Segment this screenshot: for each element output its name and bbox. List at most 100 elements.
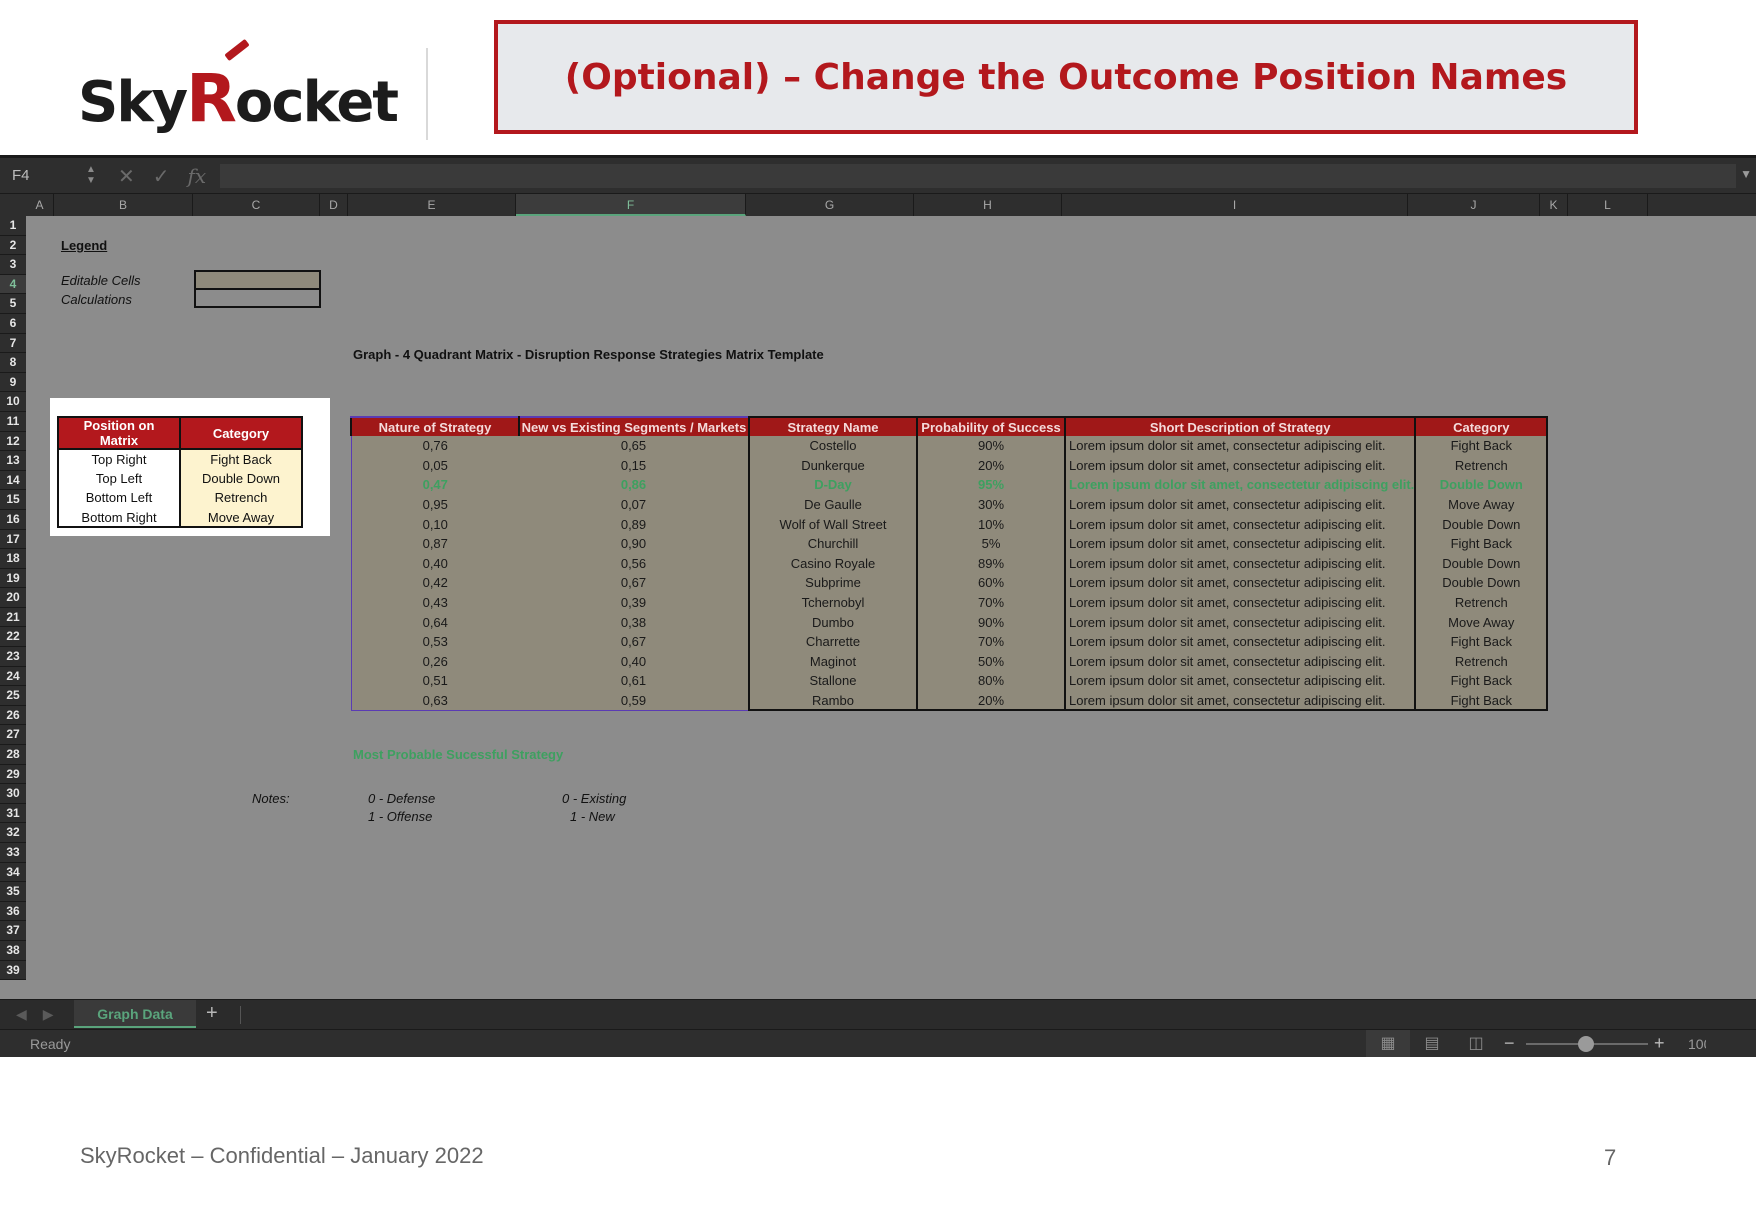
column-header-j[interactable]: J <box>1408 194 1540 216</box>
strategy-name-cell[interactable]: De Gaulle <box>748 494 917 515</box>
probability-cell[interactable]: 70% <box>916 592 1065 613</box>
row-header-33[interactable]: 33 <box>0 843 26 863</box>
row-header-6[interactable]: 6 <box>0 313 26 334</box>
segment-cell[interactable]: 0,56 <box>519 553 750 574</box>
category-cell[interactable]: Retrench <box>179 488 303 508</box>
row-header-16[interactable]: 16 <box>0 509 26 530</box>
strategy-name-cell[interactable]: Tchernobyl <box>748 592 917 613</box>
nature-cell[interactable]: 0,95 <box>350 494 519 515</box>
row-header-4[interactable]: 4 <box>0 274 26 295</box>
column-header-f[interactable]: F <box>516 194 746 216</box>
row-header-20[interactable]: 20 <box>0 588 26 608</box>
probability-cell[interactable]: 30% <box>916 494 1065 515</box>
row-header-37[interactable]: 37 <box>0 921 26 941</box>
column-header-l[interactable]: L <box>1568 194 1648 216</box>
strategy-name-cell[interactable]: Costello <box>748 436 917 456</box>
nature-cell[interactable]: 0,76 <box>350 436 519 456</box>
column-header-i[interactable]: I <box>1062 194 1408 216</box>
row-header-28[interactable]: 28 <box>0 745 26 765</box>
category-cell[interactable]: Double Down <box>1414 475 1549 495</box>
probability-cell[interactable]: 95% <box>916 475 1065 495</box>
row-header-31[interactable]: 31 <box>0 803 26 824</box>
normal-view-icon[interactable]: ▦ <box>1366 1030 1410 1057</box>
category-cell[interactable]: Fight Back <box>1414 631 1549 652</box>
page-break-view-icon[interactable]: ◫ <box>1454 1030 1498 1057</box>
column-header-d[interactable]: D <box>320 194 348 216</box>
category-cell[interactable]: Fight Back <box>1414 436 1549 456</box>
segment-cell[interactable]: 0,89 <box>519 514 750 534</box>
category-cell[interactable]: Double Down <box>179 468 303 489</box>
nature-cell[interactable]: 0,51 <box>350 671 519 691</box>
category-cell[interactable]: Fight Back <box>1414 533 1549 554</box>
segment-cell[interactable]: 0,15 <box>519 455 750 476</box>
row-header-22[interactable]: 22 <box>0 627 26 648</box>
segment-cell[interactable]: 0,40 <box>519 651 750 672</box>
description-cell[interactable]: Lorem ipsum dolor sit amet, consectetur … <box>1063 553 1416 574</box>
cancel-icon[interactable]: ✕ <box>118 164 135 189</box>
category-cell[interactable]: Fight Back <box>1414 690 1549 712</box>
row-header-23[interactable]: 23 <box>0 647 26 667</box>
probability-cell[interactable]: 80% <box>916 671 1065 691</box>
description-cell[interactable]: Lorem ipsum dolor sit amet, consectetur … <box>1063 651 1416 672</box>
row-header-25[interactable]: 25 <box>0 686 26 706</box>
row-header-27[interactable]: 27 <box>0 725 26 746</box>
nature-cell[interactable]: 0,40 <box>350 553 519 574</box>
nature-cell[interactable]: 0,05 <box>350 455 519 476</box>
description-cell[interactable]: Lorem ipsum dolor sit amet, consectetur … <box>1063 514 1416 534</box>
name-box-stepper-icon[interactable]: ▲ ▼ <box>86 164 96 186</box>
strategy-name-cell[interactable]: Dunkerque <box>748 455 917 476</box>
strategy-name-cell[interactable]: Maginot <box>748 651 917 672</box>
row-header-5[interactable]: 5 <box>0 294 26 314</box>
segment-cell[interactable]: 0,59 <box>519 690 750 711</box>
strategy-name-cell[interactable]: Charrette <box>748 631 917 652</box>
tab-next-icon[interactable]: ▶ <box>43 1006 54 1023</box>
description-cell[interactable]: Lorem ipsum dolor sit amet, consectetur … <box>1063 475 1416 495</box>
zoom-out-icon[interactable]: − <box>1504 1033 1515 1054</box>
column-header-b[interactable]: B <box>54 194 193 216</box>
column-header-a[interactable]: A <box>26 194 54 216</box>
description-cell[interactable]: Lorem ipsum dolor sit amet, consectetur … <box>1063 631 1416 652</box>
row-header-35[interactable]: 35 <box>0 882 26 902</box>
row-header-17[interactable]: 17 <box>0 529 26 550</box>
column-header-g[interactable]: G <box>746 194 914 216</box>
row-header-2[interactable]: 2 <box>0 235 26 256</box>
nature-cell[interactable]: 0,10 <box>350 514 519 534</box>
description-cell[interactable]: Lorem ipsum dolor sit amet, consectetur … <box>1063 455 1416 476</box>
column-header-e[interactable]: E <box>348 194 516 216</box>
page-layout-view-icon[interactable]: ▤ <box>1410 1030 1454 1057</box>
zoom-in-icon[interactable]: + <box>1654 1033 1665 1054</box>
strategy-name-cell[interactable]: D-Day <box>748 475 917 495</box>
strategy-name-cell[interactable]: Subprime <box>748 573 917 593</box>
row-header-9[interactable]: 9 <box>0 372 26 393</box>
category-cell[interactable]: Fight Back <box>1414 671 1549 691</box>
description-cell[interactable]: Lorem ipsum dolor sit amet, consectetur … <box>1063 573 1416 593</box>
row-header-10[interactable]: 10 <box>0 392 26 412</box>
category-cell[interactable]: Double Down <box>1414 573 1549 593</box>
row-header-18[interactable]: 18 <box>0 549 26 569</box>
row-header-19[interactable]: 19 <box>0 568 26 589</box>
row-header-3[interactable]: 3 <box>0 255 26 275</box>
function-icon[interactable]: fx <box>188 164 207 189</box>
row-header-29[interactable]: 29 <box>0 764 26 785</box>
confirm-icon[interactable]: ✓ <box>153 164 170 189</box>
strategy-name-cell[interactable]: Wolf of Wall Street <box>748 514 917 534</box>
column-header-h[interactable]: H <box>914 194 1062 216</box>
probability-cell[interactable]: 89% <box>916 553 1065 574</box>
row-header-38[interactable]: 38 <box>0 940 26 961</box>
row-header-7[interactable]: 7 <box>0 333 26 354</box>
column-header-k[interactable]: K <box>1540 194 1568 216</box>
category-cell[interactable]: Double Down <box>1414 553 1549 574</box>
row-header-32[interactable]: 32 <box>0 823 26 843</box>
row-header-1[interactable]: 1 <box>0 216 26 236</box>
row-header-13[interactable]: 13 <box>0 451 26 471</box>
row-header-36[interactable]: 36 <box>0 901 26 922</box>
row-header-39[interactable]: 39 <box>0 960 26 981</box>
strategy-name-cell[interactable]: Stallone <box>748 671 917 691</box>
add-sheet-button[interactable]: + <box>206 1002 218 1025</box>
probability-cell[interactable]: 10% <box>916 514 1065 534</box>
strategy-name-cell[interactable]: Casino Royale <box>748 553 917 574</box>
row-header-21[interactable]: 21 <box>0 607 26 628</box>
row-header-34[interactable]: 34 <box>0 862 26 883</box>
nature-cell[interactable]: 0,47 <box>350 475 519 495</box>
probability-cell[interactable]: 70% <box>916 631 1065 652</box>
